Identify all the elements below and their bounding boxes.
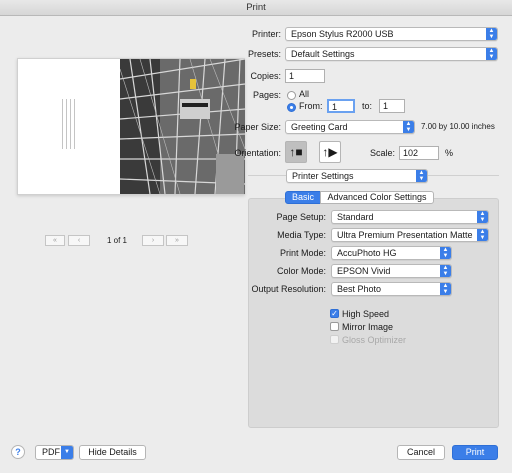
print-mode-value: AccuPhoto HG bbox=[337, 248, 397, 258]
popup-arrows-icon: ▲ ▼ bbox=[440, 247, 451, 259]
preview-rotated-text bbox=[62, 99, 76, 149]
tab-advanced-color-settings[interactable]: Advanced Color Settings bbox=[320, 191, 434, 204]
pages-from-label: From: bbox=[299, 101, 323, 111]
scale-label: Scale: bbox=[370, 148, 396, 158]
paper-size-popup[interactable]: Greeting Card ▲ ▼ bbox=[285, 120, 415, 134]
window-title-bar: Print bbox=[0, 0, 512, 16]
pages-to-field[interactable]: 1 bbox=[379, 99, 405, 113]
presets-value: Default Settings bbox=[291, 49, 355, 59]
color-mode-value: EPSON Vivid bbox=[337, 266, 391, 276]
pages-label: Pages: bbox=[252, 90, 281, 100]
printer-value: Epson Stylus R2000 USB bbox=[291, 29, 394, 39]
printer-popup[interactable]: Epson Stylus R2000 USB ▲ ▼ bbox=[285, 27, 498, 41]
output-resolution-popup[interactable]: Best Photo ▲ ▼ bbox=[331, 282, 452, 296]
gloss-optimizer-label: Gloss Optimizer bbox=[342, 335, 407, 345]
copies-label: Copies: bbox=[250, 71, 281, 81]
scale-unit: % bbox=[445, 148, 454, 158]
popup-arrows-icon: ▲ ▼ bbox=[486, 28, 497, 40]
window-title: Print bbox=[246, 2, 266, 13]
high-speed-checkbox[interactable]: ✓ bbox=[330, 309, 339, 318]
popup-arrows-icon: ▲ ▼ bbox=[440, 283, 451, 295]
page-indicator: 1 of 1 bbox=[106, 236, 127, 245]
preview-blank-panel bbox=[18, 59, 120, 194]
popup-arrows-icon: ▲ ▼ bbox=[416, 170, 427, 182]
high-speed-label: High Speed bbox=[342, 309, 390, 319]
next-page-button[interactable]: › bbox=[142, 235, 164, 246]
cancel-button[interactable]: Cancel bbox=[397, 445, 445, 460]
paper-size-value: Greeting Card bbox=[291, 122, 348, 132]
popup-arrows-icon: ▲ ▼ bbox=[440, 265, 451, 277]
pdf-label: PDF bbox=[42, 447, 60, 457]
output-resolution-value: Best Photo bbox=[337, 284, 382, 294]
print-mode-label: Print Mode: bbox=[279, 248, 326, 258]
presets-label: Presets: bbox=[247, 49, 281, 59]
paper-size-dimensions: 7.00 by 10.00 inches bbox=[421, 122, 495, 131]
printer-settings-value: Printer Settings bbox=[292, 171, 354, 181]
print-mode-popup[interactable]: AccuPhoto HG ▲ ▼ bbox=[331, 246, 452, 260]
pages-all-label: All bbox=[299, 89, 310, 99]
page-setup-value: Standard bbox=[337, 212, 374, 222]
output-resolution-label: Output Resolution: bbox=[251, 284, 326, 294]
first-page-button[interactable]: « bbox=[45, 235, 65, 246]
popup-arrows-icon: ▲ ▼ bbox=[403, 121, 414, 133]
presets-popup[interactable]: Default Settings ▲ ▼ bbox=[285, 47, 498, 61]
popup-arrows-icon: ▲ ▼ bbox=[486, 48, 497, 60]
portrait-orientation-icon[interactable]: ↑■ bbox=[285, 141, 307, 163]
pdf-button[interactable]: PDF ▼ bbox=[35, 445, 74, 460]
media-type-popup[interactable]: Ultra Premium Presentation Matte ▲ ▼ bbox=[331, 228, 489, 242]
paper-size-label: Paper Size: bbox=[234, 122, 281, 132]
previous-page-button[interactable]: ‹ bbox=[68, 235, 90, 246]
help-label: ? bbox=[15, 447, 21, 457]
page-setup-popup[interactable]: Standard ▲ ▼ bbox=[331, 210, 489, 224]
pages-all-radio[interactable] bbox=[287, 91, 296, 100]
tab-basic[interactable]: Basic bbox=[285, 191, 321, 204]
hide-details-button[interactable]: Hide Details bbox=[79, 445, 146, 460]
chevron-down-icon: ▼ bbox=[61, 446, 73, 459]
printer-label: Printer: bbox=[251, 29, 281, 39]
color-mode-label: Color Mode: bbox=[276, 266, 326, 276]
gloss-optimizer-checkbox bbox=[330, 335, 339, 344]
landscape-orientation-icon[interactable]: ↑▶ bbox=[319, 141, 341, 163]
mirror-image-label: Mirror Image bbox=[342, 322, 394, 332]
media-type-label: Media Type: bbox=[277, 230, 326, 240]
color-mode-popup[interactable]: EPSON Vivid ▲ ▼ bbox=[331, 264, 452, 278]
help-button[interactable]: ? bbox=[11, 445, 25, 459]
copies-field[interactable]: 1 bbox=[285, 69, 325, 83]
popup-arrows-icon: ▲ ▼ bbox=[477, 211, 488, 223]
printer-settings-popup[interactable]: Printer Settings ▲ ▼ bbox=[286, 169, 428, 183]
orientation-label: Orientation: bbox=[234, 148, 281, 158]
mirror-image-checkbox[interactable] bbox=[330, 322, 339, 331]
pages-to-label: to: bbox=[362, 101, 373, 111]
popup-arrows-icon: ▲ ▼ bbox=[477, 229, 488, 241]
last-page-button[interactable]: » bbox=[166, 235, 188, 246]
pages-from-field[interactable]: 1 bbox=[327, 99, 355, 113]
pages-from-radio[interactable] bbox=[287, 103, 296, 112]
page-setup-label: Page Setup: bbox=[276, 212, 326, 222]
scale-field[interactable]: 102 bbox=[399, 146, 439, 160]
media-type-value: Ultra Premium Presentation Matte bbox=[337, 230, 473, 240]
print-button[interactable]: Print bbox=[452, 445, 498, 460]
